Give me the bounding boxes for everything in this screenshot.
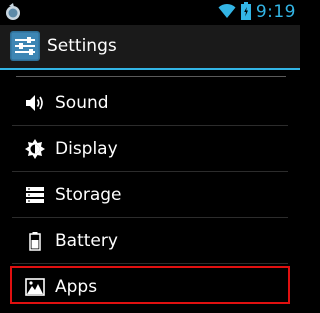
battery-icon — [24, 230, 46, 252]
settings-item-sound[interactable]: Sound — [0, 80, 300, 125]
status-bar: 9:19 — [0, 0, 300, 25]
settings-item-label: Storage — [55, 184, 122, 205]
settings-item-label: Sound — [55, 92, 109, 113]
brightness-icon — [24, 138, 46, 160]
action-bar: Settings — [0, 25, 300, 68]
android-notification-icon — [3, 2, 23, 22]
speaker-icon — [24, 92, 46, 114]
storage-icon — [24, 184, 46, 206]
settings-sliders-icon[interactable] — [10, 31, 40, 61]
wifi-icon — [218, 3, 236, 23]
settings-item-battery[interactable]: Battery — [0, 218, 300, 263]
settings-item-label: Battery — [55, 230, 118, 251]
highlight-box — [10, 266, 290, 304]
action-bar-divider — [0, 68, 300, 70]
clock: 9:19 — [255, 2, 296, 22]
section-header-divider — [16, 76, 286, 77]
page-title: Settings — [47, 36, 117, 56]
settings-item-storage[interactable]: Storage — [0, 172, 300, 217]
battery-icon — [240, 1, 251, 24]
settings-item-label: Display — [55, 138, 118, 159]
settings-item-display[interactable]: Display — [0, 126, 300, 171]
